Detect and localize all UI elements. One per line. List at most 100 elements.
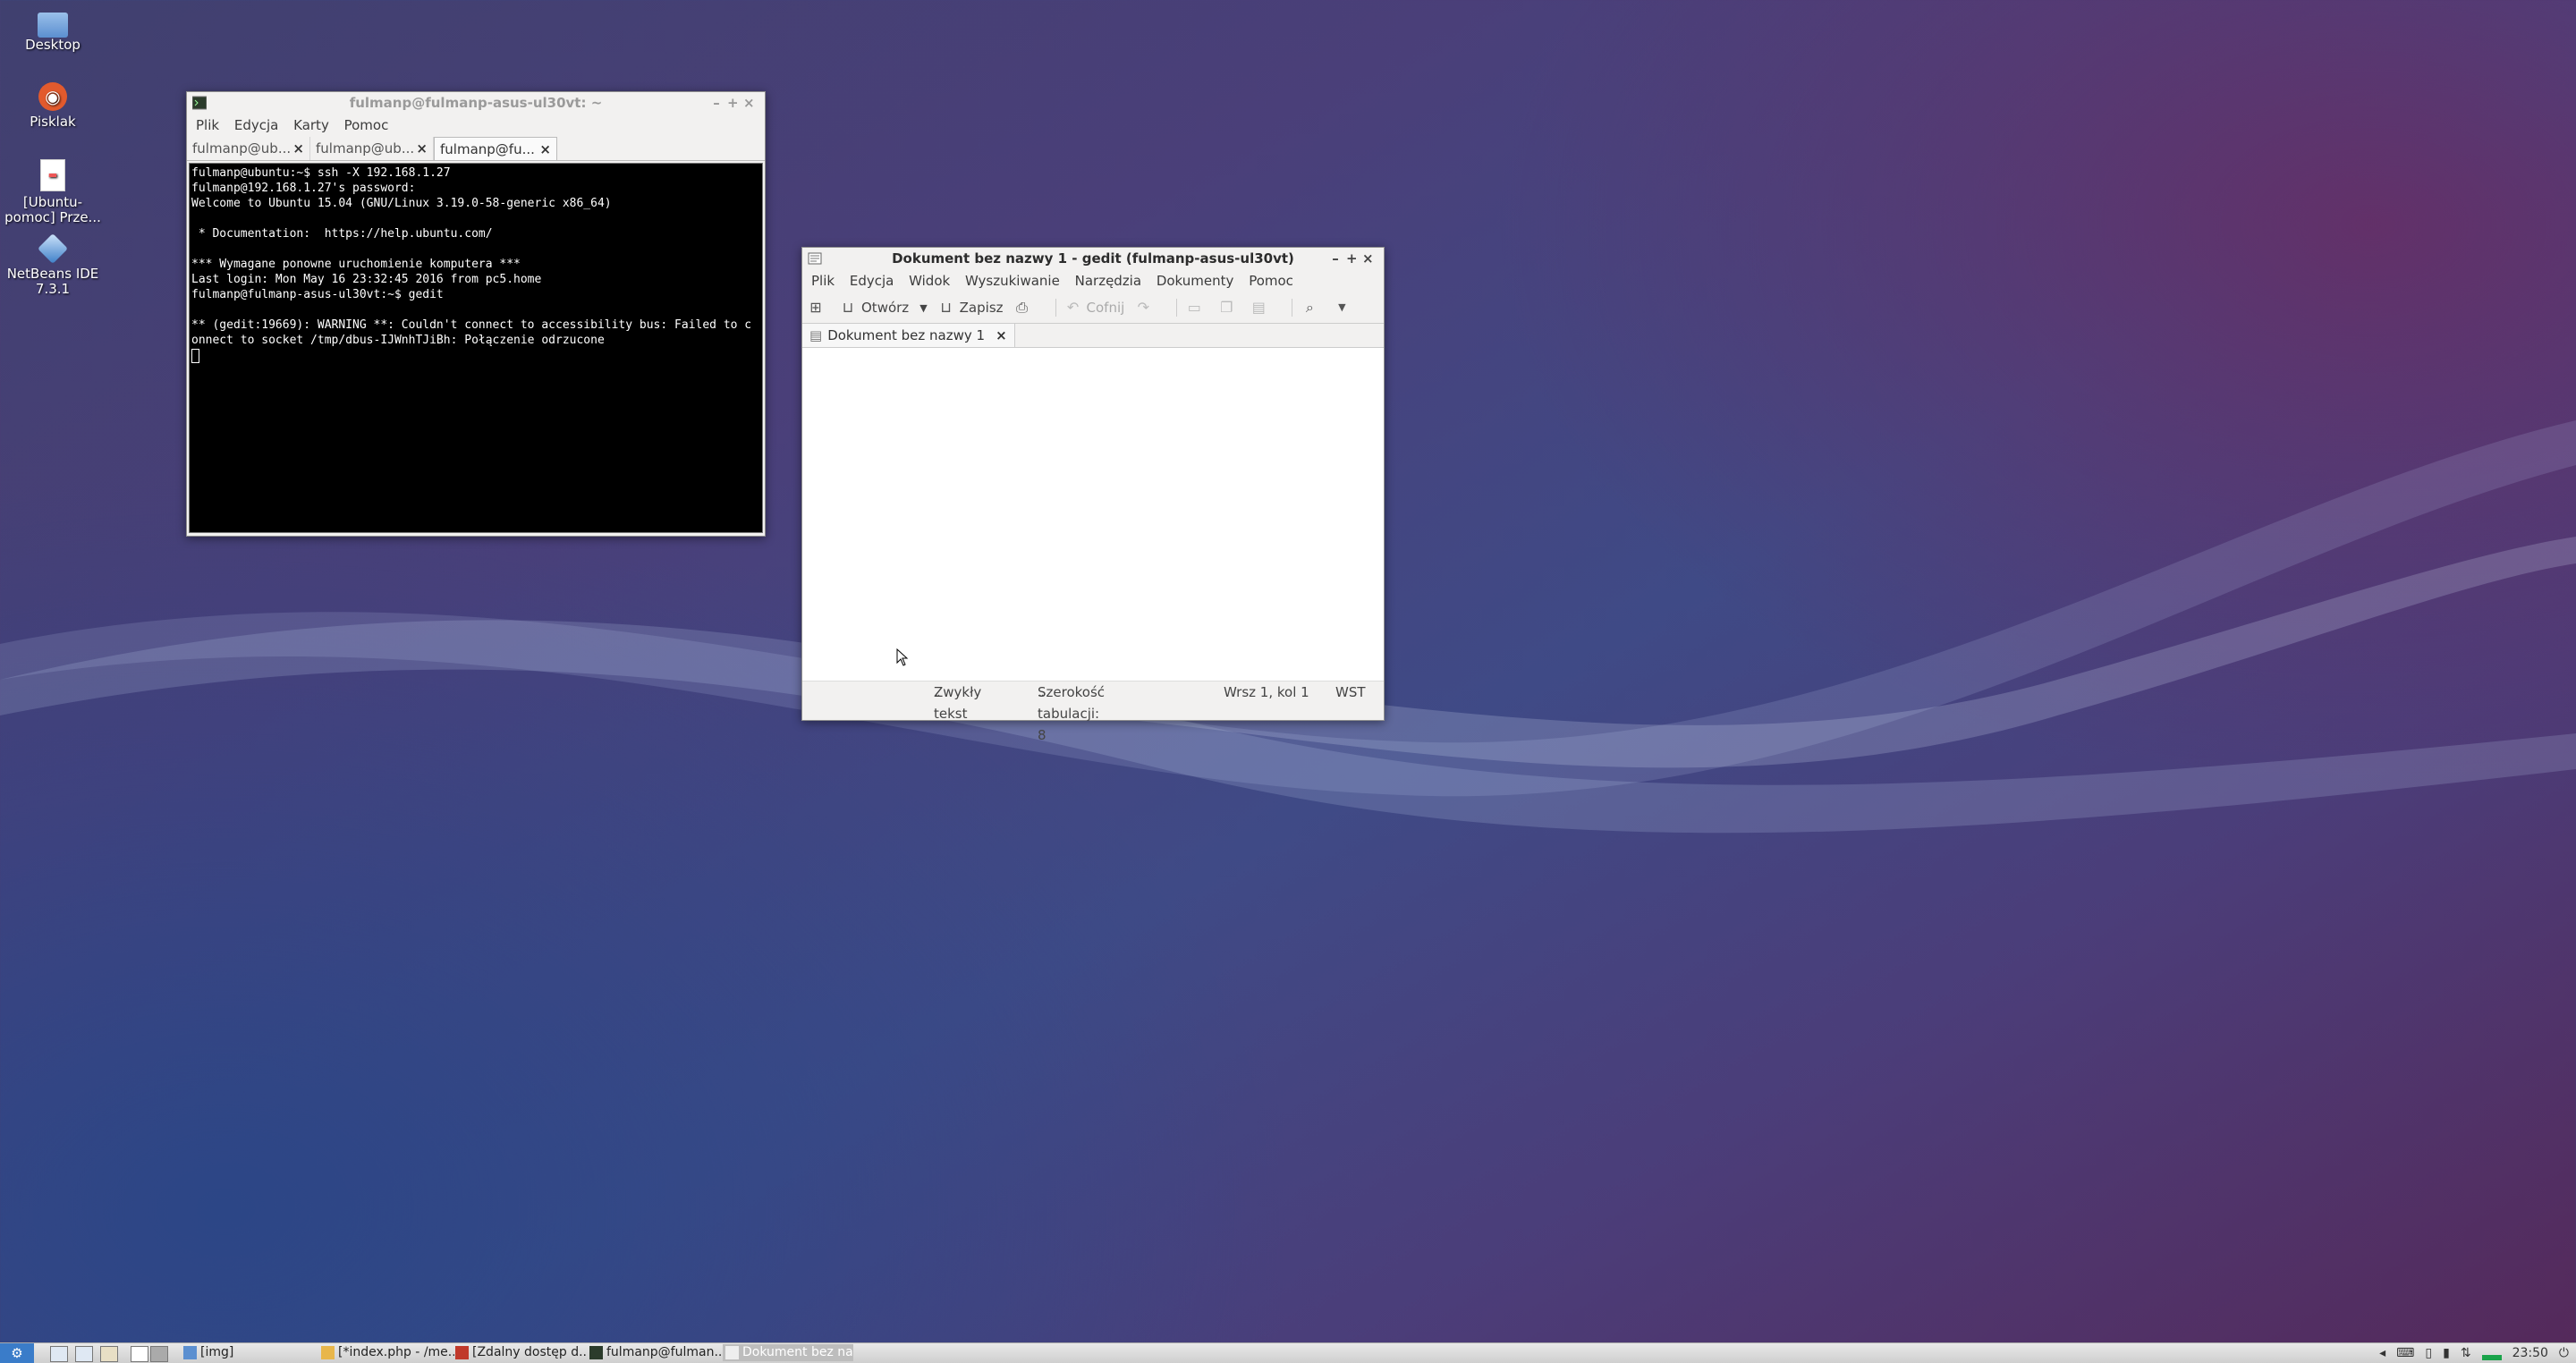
desktop-icon-label: pomoc] Prze... [4,209,101,225]
tray-arrow-icon[interactable]: ◂ [2379,1343,2385,1363]
editor-icon [321,1346,335,1359]
minimize-icon[interactable]: – [711,92,727,114]
lock-icon[interactable]: ▯ [2425,1343,2432,1363]
gedit-icon [808,252,822,265]
terminal-line: * Documentation: https://help.ubuntu.com… [191,227,493,241]
print-icon: ⎙ [1016,299,1028,316]
terminal-cursor [191,348,199,363]
desktop-icon-label: NetBeans IDE [6,266,99,282]
menu-pomoc[interactable]: Pomoc [1243,273,1299,289]
cursor-position: Wrsz 1, kol 1 [1224,684,1309,700]
desktop-icon-desktop[interactable]: Desktop [4,9,102,53]
window-title: fulmanp@fulmanp-asus-ul30vt: ~ [349,95,603,111]
terminal-line: fulmanp@ubuntu:~$ ssh -X 192.168.1.27 [191,166,451,180]
close-tab-icon[interactable]: × [292,137,304,160]
menu-karty[interactable]: Karty [288,117,335,133]
print-button[interactable]: ⎙ [1014,301,1036,315]
close-tab-icon[interactable]: × [416,137,428,160]
menu-plik[interactable]: Plik [191,117,225,133]
taskbar-item[interactable]: [img] [181,1344,315,1361]
menu-wyszukiwanie[interactable]: Wyszukiwanie [960,273,1065,289]
close-icon[interactable]: × [1362,248,1378,269]
maximize-icon[interactable]: + [1346,248,1362,269]
folder-launcher[interactable] [100,1346,118,1362]
tab-label: fulmanp@fu... [440,141,535,157]
syntax-highlight-dropdown[interactable]: Zwykły tekst ⌄ [934,682,981,722]
clock[interactable]: 23:50 [2512,1343,2548,1363]
terminal-icon [192,96,207,110]
close-tab-icon[interactable]: × [996,327,1007,343]
menu-plik[interactable]: Plik [806,273,840,289]
undo-button[interactable]: ↶ Cofnij [1065,299,1124,316]
paste-button[interactable]: ▤ [1250,301,1272,315]
desktop-icon-pisklak[interactable]: ◉ Pisklak [4,82,102,130]
new-document-button[interactable]: ⊞ [808,301,829,315]
terminal-line: onnect to socket /tmp/dbus-IJWnhTJiBh: P… [191,334,605,347]
text-editor-area[interactable] [802,348,1384,681]
taskbar-item[interactable]: [Zdalny dostęp d... [453,1344,587,1361]
keyboard-icon[interactable]: ⌨ [2396,1343,2414,1363]
cut-button[interactable]: ▭ [1186,301,1208,315]
folder-icon [38,13,68,38]
menu-edycja[interactable]: Edycja [229,117,284,133]
gedit-titlebar[interactable]: Dokument bez nazwy 1 - gedit (fulmanp-as… [802,248,1384,269]
open-button[interactable]: ⊔ Otwórz ▼ [840,300,928,316]
terminal-window: fulmanp@fulmanp-asus-ul30vt: ~ – +× Plik … [186,91,766,537]
chevron-down-icon[interactable]: ▼ [919,302,927,314]
insert-mode[interactable]: WST [1335,682,1366,703]
mouse-pointer-icon [896,648,909,666]
workspace-switcher[interactable] [150,1346,168,1362]
document-tab[interactable]: ▤ Dokument bez nazwy 1 × [802,324,1015,347]
menu-dokumenty[interactable]: Dokumenty [1151,273,1240,289]
terminal-menubar: Plik Edycja Karty Pomoc [187,114,765,137]
terminal-tab[interactable]: fulmanp@ub... × [310,137,434,160]
taskbar-item-active[interactable]: Dokument bez na... [723,1344,853,1361]
taskbar-item[interactable]: [*index.php - /me... [318,1344,454,1361]
gedit-statusbar: Zwykły tekst ⌄ Szerokość tabulacji: 8 ⌄ … [802,681,1384,743]
copy-button[interactable]: ❐ [1218,301,1240,315]
terminal-titlebar[interactable]: fulmanp@fulmanp-asus-ul30vt: ~ – +× [187,92,765,114]
document-tabs: ▤ Dokument bez nazwy 1 × [802,324,1384,348]
tab-width-dropdown[interactable]: Szerokość tabulacji: 8 ⌄ [1038,682,1105,743]
show-desktop-button[interactable] [131,1346,148,1362]
menu-edycja[interactable]: Edycja [844,273,899,289]
maximize-icon[interactable]: + [727,92,743,114]
tab-width-label: Szerokość tabulacji: 8 [1038,684,1106,743]
desktop-icon-netbeans[interactable]: NetBeans IDE 7.3.1 [4,233,102,297]
tab-label: fulmanp@ub... [192,140,292,157]
search-button[interactable]: ⌕ [1301,301,1323,315]
more-button[interactable]: ▼ [1334,301,1355,315]
terminal-tab[interactable]: fulmanp@ub... × [187,137,310,160]
start-menu-button[interactable]: ⚙ [0,1343,34,1363]
minimize-icon[interactable]: – [1330,248,1346,269]
copy-icon: ❐ [1220,299,1233,316]
terminal-line: ** (gedit:19669): WARNING **: Couldn't c… [191,318,752,332]
battery-icon[interactable]: ▮ [2443,1343,2450,1363]
desktop-icon-ubuntu-pomoc[interactable]: ▬ [Ubuntu- pomoc] Prze... [4,159,102,225]
terminal-output[interactable]: fulmanp@ubuntu:~$ ssh -X 192.168.1.27 ful… [189,163,763,533]
browser-launcher[interactable] [75,1346,93,1362]
close-icon[interactable]: × [743,92,759,114]
close-tab-icon[interactable]: × [539,138,551,160]
save-label: Zapisz [959,300,1004,316]
save-button[interactable]: ⊔ Zapisz [938,300,1004,316]
toolbar-separator [1055,299,1056,317]
toolbar-separator [1176,299,1178,317]
undo-icon: ↶ [1066,299,1080,316]
redo-icon: ↷ [1137,299,1149,316]
power-icon[interactable]: ⏻ [2559,1343,2569,1363]
menu-widok[interactable]: Widok [903,273,955,289]
gedit-toolbar: ⊞ ⊔ Otwórz ▼ ⊔ Zapisz ⎙ ↶ Cofnij ↷ ▭ ❐ ▤ ⌕ ▼ [802,292,1384,324]
menu-pomoc[interactable]: Pomoc [339,117,394,133]
paste-icon: ▤ [1251,299,1266,316]
taskbar-item[interactable]: fulmanp@fulman... [587,1344,721,1361]
document-icon: ▬ [40,159,65,191]
network-icon[interactable]: ⇅ [2461,1343,2471,1363]
redo-button[interactable]: ↷ [1135,301,1157,315]
file-manager-launcher[interactable] [50,1346,68,1362]
terminal-tab-active[interactable]: fulmanp@fu... × [434,137,557,160]
menu-narzedzia[interactable]: Narzędzia [1070,273,1147,289]
